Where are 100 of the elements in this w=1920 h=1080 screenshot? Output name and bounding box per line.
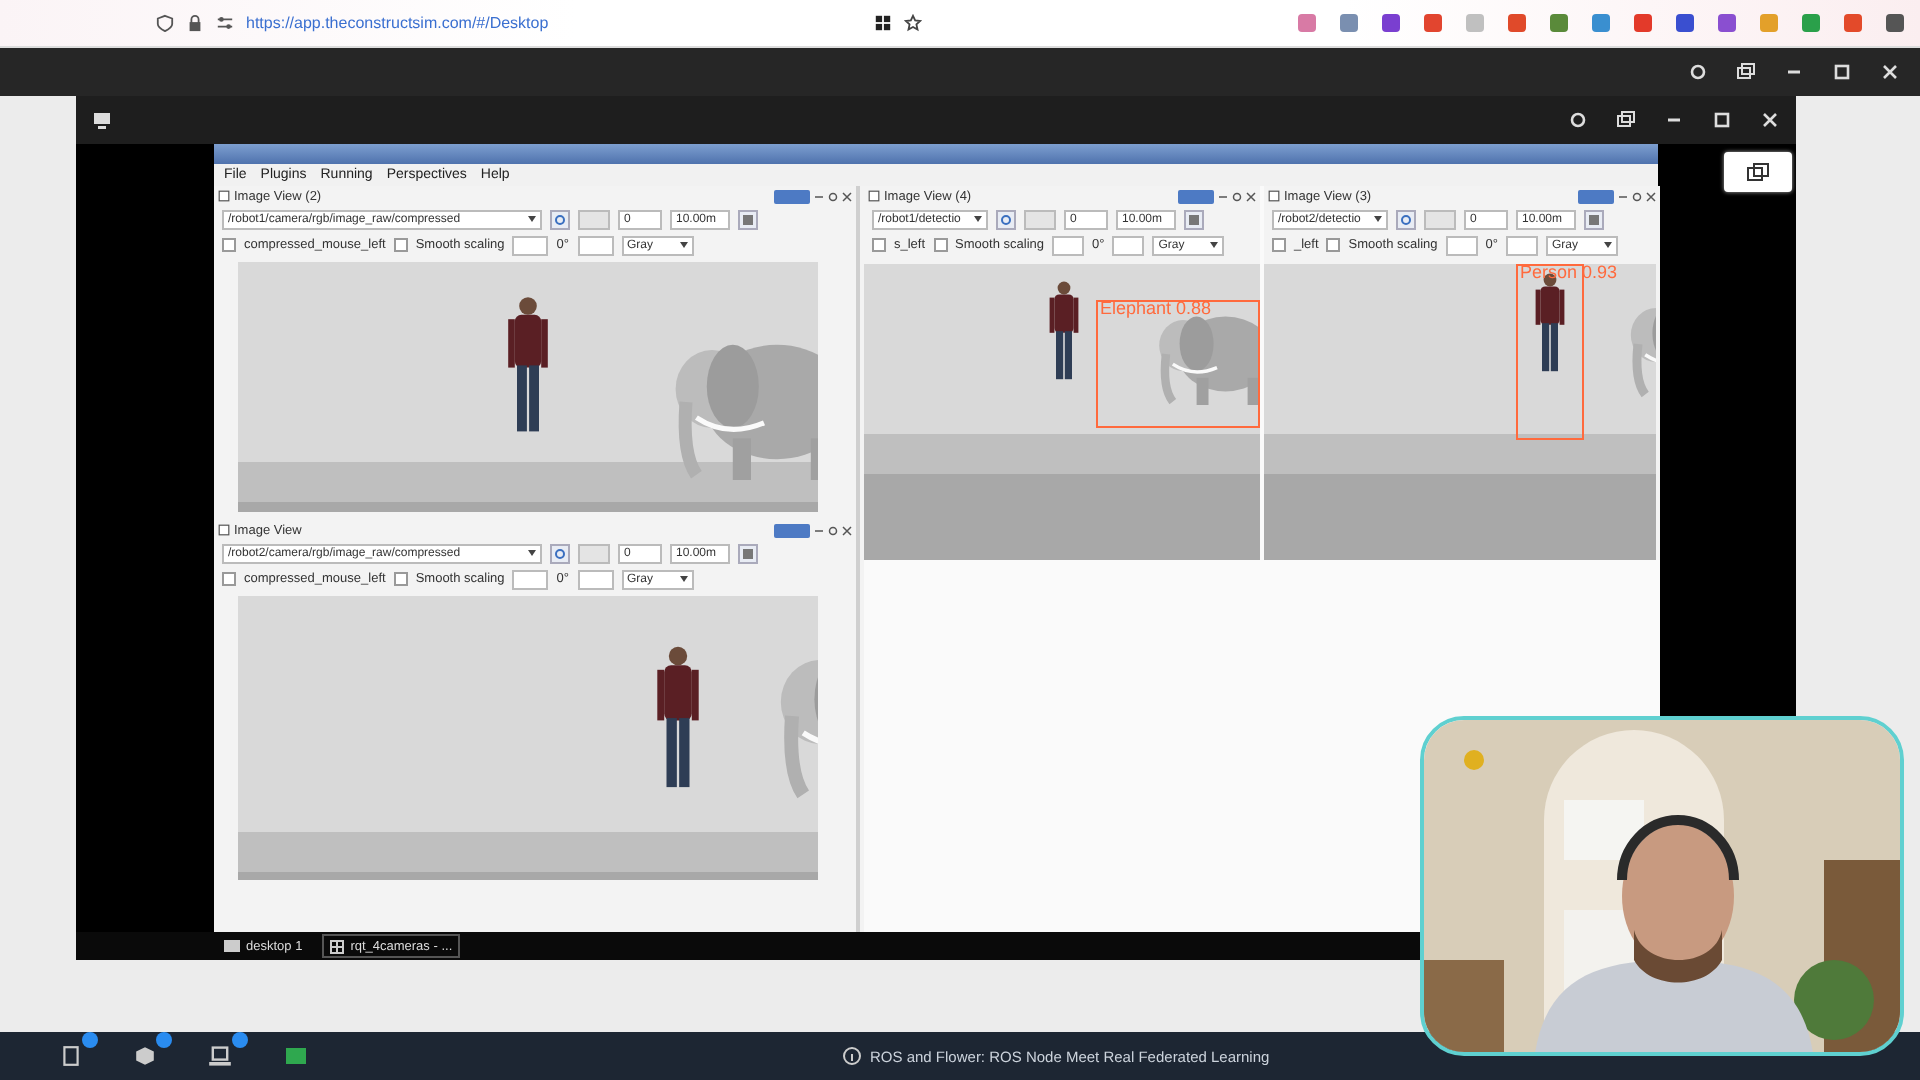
caret-icon <box>1210 242 1219 248</box>
refresh-icon <box>554 547 566 559</box>
windows-icon <box>1736 62 1756 82</box>
laptop-icon <box>208 1044 232 1068</box>
refresh-button[interactable] <box>550 543 570 563</box>
caret-icon <box>1374 216 1382 222</box>
input-field[interactable] <box>512 569 549 589</box>
input-field[interactable] <box>1505 235 1538 255</box>
extension-icon[interactable] <box>1886 14 1904 32</box>
caret-icon <box>679 576 687 582</box>
notification-badge <box>156 1032 172 1048</box>
extension-icon[interactable] <box>1802 14 1820 32</box>
extension-icon[interactable] <box>1634 14 1652 32</box>
checkbox[interactable] <box>933 238 948 252</box>
close-icon <box>842 525 852 535</box>
toolbar-icon <box>1578 189 1614 203</box>
minimize-icon <box>814 525 824 535</box>
maximize-icon <box>1832 62 1852 82</box>
caret-icon <box>528 550 536 556</box>
checkbox[interactable] <box>393 572 408 586</box>
lock-icon <box>186 14 204 32</box>
windows-icon <box>1616 110 1636 130</box>
checkbox[interactable] <box>872 238 886 252</box>
url-field[interactable]: https://app.theconstructsim.com/#/Desktop <box>246 14 862 32</box>
checkbox[interactable] <box>1272 238 1286 252</box>
settings-icon <box>216 14 234 32</box>
refresh-icon <box>1400 213 1412 225</box>
minimize-icon <box>1218 191 1228 201</box>
caret-icon <box>528 216 536 222</box>
input-field[interactable] <box>577 235 613 255</box>
extension-icon[interactable] <box>1298 14 1316 32</box>
minimize-icon <box>1618 191 1628 201</box>
extension-icon[interactable] <box>1550 14 1568 32</box>
info-icon <box>842 1046 862 1066</box>
spreadsheet-icon <box>284 1046 308 1066</box>
save-icon <box>1188 213 1200 225</box>
caret-icon <box>974 216 982 222</box>
notification-badge <box>82 1032 98 1048</box>
refresh-button[interactable] <box>996 209 1016 229</box>
toolbar-icon <box>774 523 810 537</box>
cube-icon <box>134 1044 156 1068</box>
extension-icon[interactable] <box>1676 14 1694 32</box>
checkbox[interactable] <box>222 572 236 586</box>
caret-icon <box>679 242 687 248</box>
float-icon <box>1232 191 1242 201</box>
toolbar-icon <box>774 189 810 203</box>
refresh-icon <box>1000 213 1012 225</box>
checkbox[interactable] <box>393 238 408 252</box>
desktop-icon <box>224 940 240 952</box>
checkbox[interactable] <box>1326 238 1341 252</box>
save-icon <box>742 547 754 559</box>
extension-icon[interactable] <box>1844 14 1862 32</box>
input-field[interactable] <box>577 569 613 589</box>
input-field[interactable] <box>578 543 610 563</box>
checkbox[interactable] <box>222 238 236 252</box>
extension-icon[interactable] <box>1340 14 1358 32</box>
maximize-icon <box>1712 110 1732 130</box>
refresh-button[interactable] <box>1396 209 1416 229</box>
extension-icon[interactable] <box>1508 14 1526 32</box>
extension-icon[interactable] <box>1382 14 1400 32</box>
save-button[interactable] <box>1184 209 1204 229</box>
shield-icon <box>156 14 174 32</box>
save-icon <box>1588 213 1600 225</box>
input-field[interactable] <box>1424 209 1456 229</box>
refresh-icon <box>554 213 566 225</box>
input-field[interactable] <box>1052 235 1084 255</box>
float-icon <box>828 525 838 535</box>
save-button[interactable] <box>1584 209 1604 229</box>
monitor-icon <box>92 110 112 130</box>
input-field[interactable] <box>512 235 549 255</box>
input-field[interactable] <box>578 209 610 229</box>
window-icon <box>330 939 345 953</box>
fullscreen-button[interactable] <box>1724 152 1792 192</box>
grid-icon <box>874 14 892 32</box>
refresh-icon <box>1688 62 1708 82</box>
toolbar-icon <box>1178 189 1214 203</box>
minimize-icon <box>814 191 824 201</box>
save-icon <box>742 213 754 225</box>
input-field[interactable] <box>1445 235 1478 255</box>
save-button[interactable] <box>738 543 758 563</box>
star-icon <box>904 14 922 32</box>
extension-icon[interactable] <box>1424 14 1442 32</box>
windows-icon <box>1746 162 1770 182</box>
input-field[interactable] <box>1024 209 1056 229</box>
close-icon <box>842 191 852 201</box>
refresh-button[interactable] <box>550 209 570 229</box>
caret-icon <box>1603 242 1612 248</box>
notification-badge <box>232 1032 248 1048</box>
notebook-icon <box>60 1044 82 1068</box>
float-icon <box>1632 191 1642 201</box>
refresh-icon <box>1568 110 1588 130</box>
extension-icon[interactable] <box>1592 14 1610 32</box>
save-button[interactable] <box>738 209 758 229</box>
close-icon <box>1760 110 1780 130</box>
close-icon <box>1246 191 1256 201</box>
close-icon <box>1646 191 1656 201</box>
detection-label: Elephant 0.88 <box>1100 300 1212 318</box>
close-icon <box>1880 62 1900 82</box>
extension-icon[interactable] <box>1718 14 1736 32</box>
input-field[interactable] <box>1112 235 1145 255</box>
